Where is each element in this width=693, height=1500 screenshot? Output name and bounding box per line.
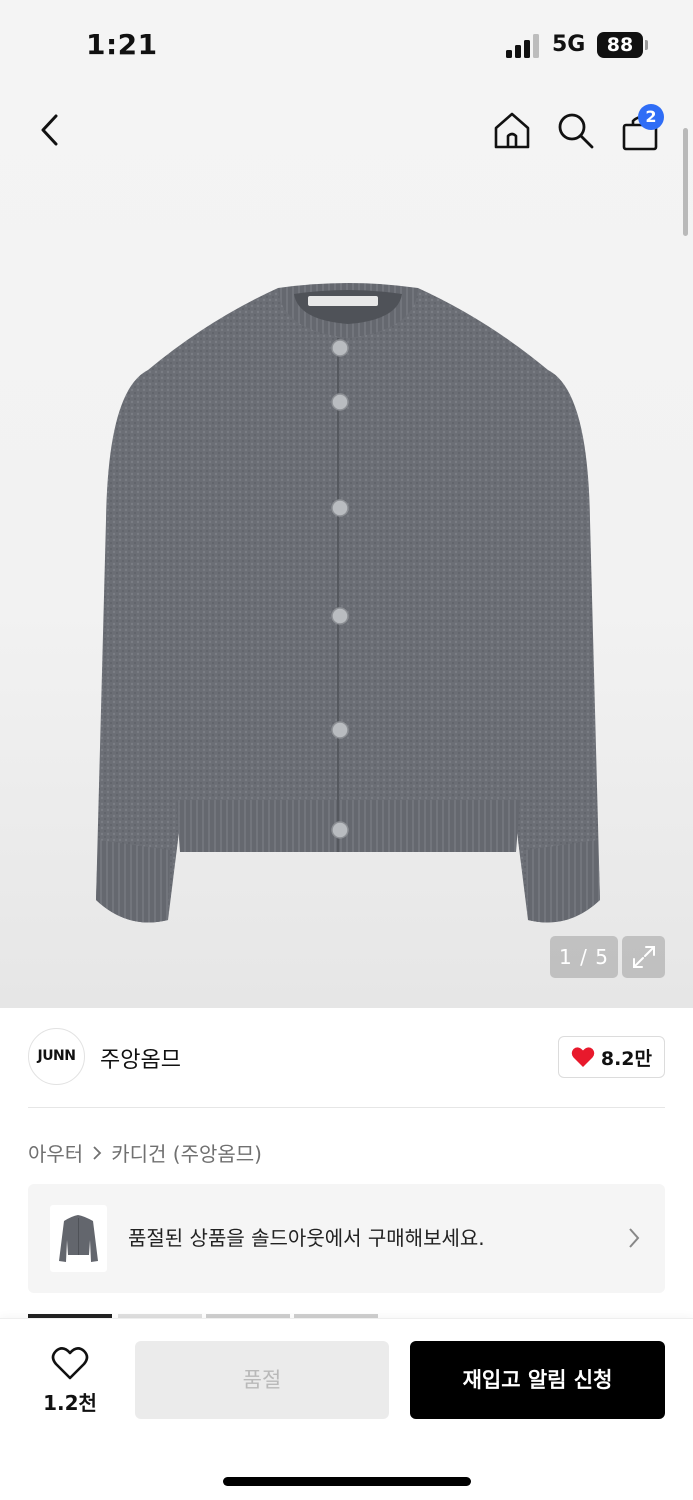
heart-filled-icon	[571, 1047, 595, 1067]
chevron-right-icon	[629, 1228, 640, 1248]
status-bar: 1:21 5G 88	[0, 0, 693, 92]
divider	[28, 1107, 665, 1108]
fullscreen-button[interactable]	[622, 936, 665, 978]
battery-tip	[645, 40, 648, 50]
back-button[interactable]	[26, 106, 74, 154]
wishlist-count: 1.2천	[43, 1391, 97, 1415]
image-pager: 1 / 5	[550, 936, 618, 978]
cart-count-badge: 2	[638, 104, 664, 130]
search-button[interactable]	[551, 106, 599, 154]
battery-icon: 88	[597, 32, 643, 58]
scroll-indicator	[683, 128, 688, 236]
heart-outline-icon	[51, 1347, 89, 1380]
brand-logo[interactable]: JUNN	[28, 1028, 85, 1085]
brand-like-count: 8.2만	[600, 1047, 652, 1070]
soldout-button[interactable]: 품절	[135, 1341, 389, 1419]
breadcrumb: 아우터 카디건 (주앙옴므)	[28, 1138, 262, 1167]
top-nav	[0, 92, 693, 168]
brand-like-button[interactable]: 8.2만	[557, 1036, 665, 1078]
brand-row[interactable]: JUNN 주앙옴므 8.2만	[28, 1028, 665, 1086]
brand-name[interactable]: 주앙옴므	[100, 1042, 181, 1074]
bottom-action-bar: 1.2천 품절 재입고 알림 신청	[0, 1318, 693, 1500]
network-label: 5G	[552, 32, 586, 57]
signal-icon	[506, 34, 539, 58]
chevron-right-icon	[93, 1145, 102, 1160]
home-button[interactable]	[488, 106, 536, 154]
banner-text: 품절된 상품을 솔드아웃에서 구매해보세요.	[128, 1226, 485, 1250]
cardigan-thumbnail-image	[59, 1215, 98, 1262]
soldout-banner[interactable]: 품절된 상품을 솔드아웃에서 구매해보세요.	[28, 1184, 665, 1293]
home-icon	[494, 112, 530, 149]
home-indicator	[223, 1477, 471, 1486]
expand-icon	[632, 946, 655, 968]
restock-alert-button[interactable]: 재입고 알림 신청	[410, 1341, 665, 1419]
product-image	[96, 283, 600, 923]
search-icon	[558, 113, 594, 149]
product-image-area[interactable]: 1:21 5G 88 2 1 / 5	[0, 0, 693, 1008]
breadcrumb-item-cardigan[interactable]: 카디건 (주앙옴므)	[111, 1138, 262, 1167]
chevron-left-icon	[41, 114, 58, 146]
breadcrumb-item-outer[interactable]: 아우터	[28, 1138, 83, 1167]
battery-level: 88	[606, 34, 634, 56]
status-time: 1:21	[86, 28, 158, 61]
banner-thumbnail	[50, 1205, 107, 1272]
wishlist-button[interactable]: 1.2천	[30, 1343, 110, 1423]
